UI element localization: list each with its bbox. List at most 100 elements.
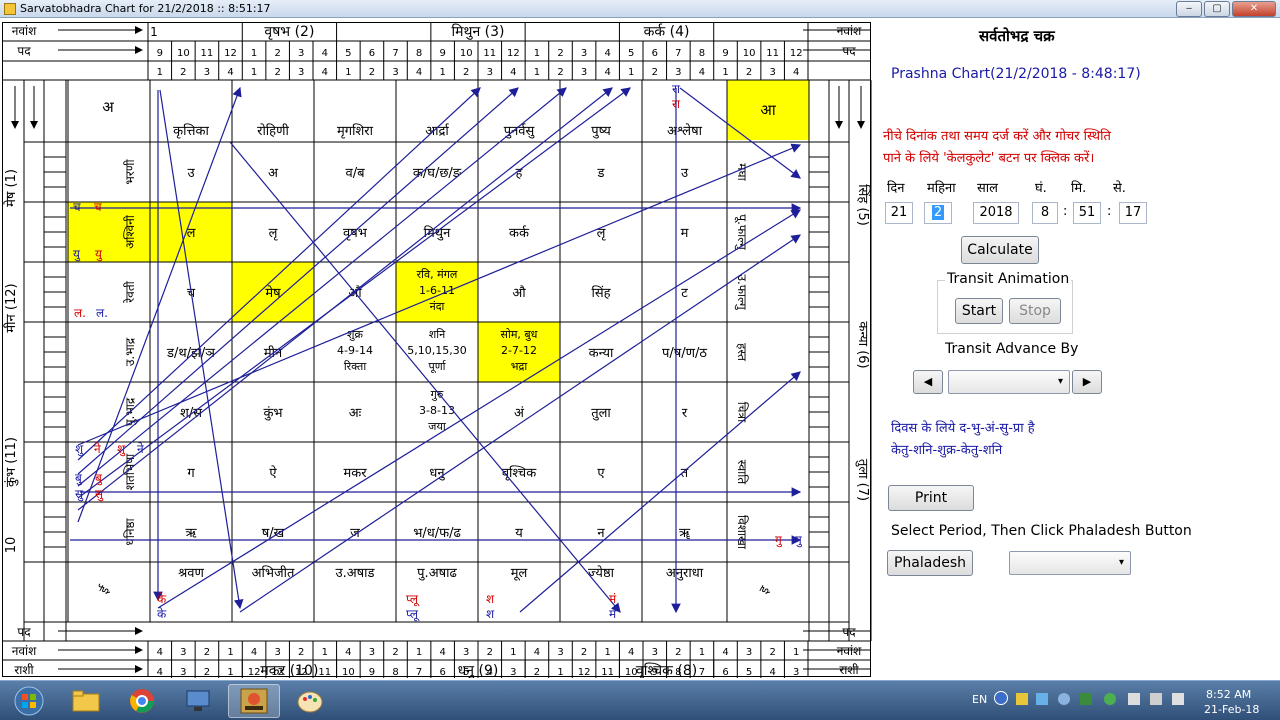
rashi-label-right: तुला (7) [855, 459, 870, 501]
pada-top-cell: 1 [628, 67, 634, 78]
pada-top-cell: 1 [345, 67, 351, 78]
next-button[interactable]: ▶ [1072, 370, 1102, 394]
nakshatra-top: अश्लेषा [667, 123, 703, 139]
clock-time[interactable]: 8:52 AM [1206, 688, 1251, 701]
language-indicator[interactable]: EN [972, 693, 987, 706]
rashi-label-right: कन्या (6) [855, 321, 870, 368]
navamsha-bottom-cell: 7 [416, 667, 422, 678]
pada-top-cell: 4 [699, 67, 705, 78]
navamsha-top-cell: 5 [628, 48, 634, 59]
rashi-label-bottom: मकर (10) [260, 663, 318, 678]
jyotish-app[interactable] [228, 684, 280, 718]
help-icon[interactable] [994, 691, 1008, 705]
rashi-label-top: कर्क (4) [644, 23, 690, 40]
inner-cell: अं [514, 406, 525, 421]
pada-top-cell: 4 [227, 67, 233, 78]
start-button[interactable]: Start [955, 298, 1003, 324]
start-orb[interactable] [2, 684, 56, 718]
nakshatra-left: अश्विनी [123, 214, 137, 249]
day-field[interactable]: 21 [885, 202, 913, 224]
advance-dropdown[interactable]: ▾ [948, 370, 1070, 394]
nakshatra-top: कृत्तिका [173, 123, 209, 139]
chrome-app[interactable] [116, 684, 168, 718]
time-separator: : [1107, 204, 1112, 219]
navamsha-bottom-cell: 8 [675, 667, 681, 678]
tray-app-icon[interactable] [1058, 693, 1070, 705]
chevron-down-icon: ▾ [1118, 557, 1124, 568]
inner-cell: प/ष/ण/ठ [662, 346, 707, 361]
minimize-button[interactable]: ‒ [1176, 1, 1202, 17]
hour-field[interactable]: 8 [1032, 202, 1058, 224]
pada-bottom-cell: 4 [439, 647, 445, 658]
month-field[interactable]: 2 [924, 202, 952, 224]
navamsha-bottom-cell: 10 [625, 667, 638, 678]
pada-bottom-cell: 3 [274, 647, 280, 658]
minute-field[interactable]: 51 [1073, 202, 1101, 224]
inner-cell: औ [512, 285, 526, 301]
refresh-icon[interactable] [1104, 693, 1116, 705]
navamsha-top-cell: 5 [345, 48, 351, 59]
navamsha-top-cell: 7 [392, 48, 398, 59]
navamsha-bottom-cell: 10 [342, 667, 355, 678]
inner-cell: वृश्चिक [502, 465, 537, 481]
planet-marker: श [486, 607, 495, 621]
volume-icon[interactable] [1172, 693, 1184, 705]
second-field[interactable]: 17 [1119, 202, 1147, 224]
calculate-button[interactable]: Calculate [961, 236, 1039, 264]
network-app[interactable] [172, 684, 224, 718]
pada-top-cell: 4 [416, 67, 422, 78]
pada-bottom-cell: 3 [557, 647, 563, 658]
pada-top-cell: 1 [722, 67, 728, 78]
tray-app-icon[interactable] [1036, 693, 1048, 705]
tray-app-icon[interactable] [1080, 693, 1092, 705]
flag-icon[interactable] [1128, 693, 1140, 705]
pada-bottom-cell: 2 [581, 647, 587, 658]
prev-button[interactable]: ◀ [913, 370, 943, 394]
tray-app-icon[interactable] [1016, 693, 1028, 705]
period-dropdown[interactable]: ▾ [1009, 551, 1131, 575]
navamsha-top-cell: 10 [460, 48, 473, 59]
pada-top-cell: 4 [510, 67, 516, 78]
planet-marker: ल. [96, 306, 108, 320]
nakshatra-bottom: उ.अषाड [335, 566, 375, 581]
phaladesh-button[interactable]: Phaladesh [887, 550, 973, 576]
pada-top-cell: 1 [251, 67, 257, 78]
chrome-icon [130, 689, 154, 713]
pada-bottom-cell: 2 [204, 647, 210, 658]
pada-top-cell: 4 [604, 67, 610, 78]
inner-cell: ए [597, 466, 605, 481]
corner-label-pada-tl: पद [17, 44, 31, 58]
pada-bottom-cell: 2 [298, 647, 304, 658]
print-button[interactable]: Print [888, 485, 974, 511]
computer-icon [186, 690, 210, 711]
clock-date[interactable]: 21-Feb-18 [1204, 703, 1259, 716]
inner-cell: अ [268, 166, 279, 181]
explorer-app[interactable] [60, 684, 112, 718]
inner-cell: ज [350, 526, 360, 541]
stop-button[interactable]: Stop [1009, 298, 1061, 324]
inner-cell: कर्क [509, 225, 530, 241]
corner-label-navamsha-br: नवांश [837, 644, 862, 658]
transit-line [77, 87, 567, 487]
navamsha-bottom-cell: 3 [180, 667, 186, 678]
navamsha-bottom-cell: 3 [793, 667, 799, 678]
navamsha-bottom-cell: 8 [392, 667, 398, 678]
maximize-button[interactable]: ▢ [1204, 1, 1230, 17]
pada-bottom-cell: 3 [369, 647, 375, 658]
corner-label-navamsha-bl: नवांश [12, 644, 37, 658]
navamsha-top-cell: 6 [369, 48, 375, 59]
planet-marker: शु [75, 442, 84, 457]
planet-marker: बु [95, 471, 103, 486]
nakshatra-left: उ.भाद्र [123, 337, 137, 366]
close-button[interactable]: ✕ [1232, 1, 1276, 17]
tithi-text: 5,10,15,30 [407, 344, 466, 357]
navamsha-bottom-cell: 12 [248, 667, 261, 678]
year-field[interactable]: 2018 [973, 202, 1019, 224]
inner-cell: अः [349, 406, 362, 421]
paint-app[interactable] [284, 684, 336, 718]
transit-line [229, 141, 621, 613]
nakshatra-bottom: मूल [511, 566, 528, 581]
navamsha-top-cell: 9 [157, 48, 163, 59]
network-icon[interactable] [1150, 693, 1162, 705]
pada-top-cell: 2 [274, 67, 280, 78]
